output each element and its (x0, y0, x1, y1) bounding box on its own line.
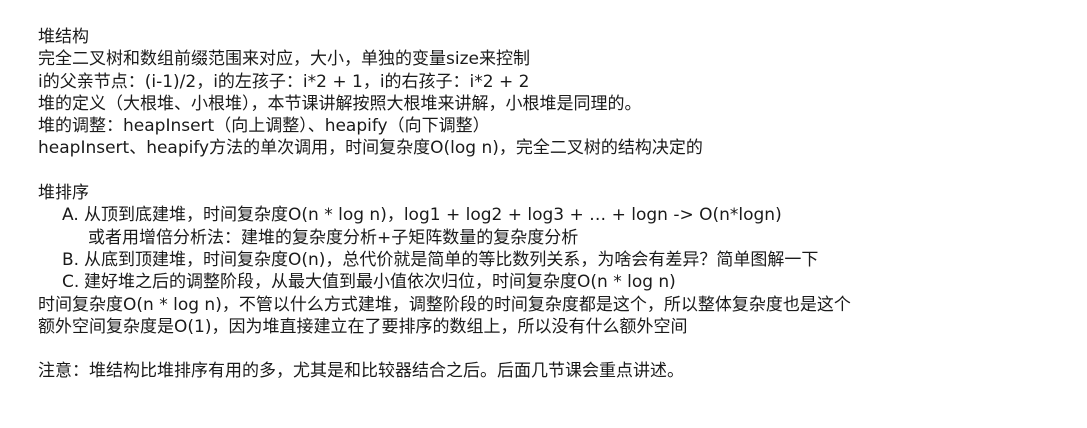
heapsort-item-b: B. 从底到顶建堆，时间复杂度O(n)，总代价就是简单的等比数列关系，为啥会有差异… (38, 249, 1068, 271)
heapsort-item-b-text: 从底到顶建堆，时间复杂度O(n)，总代价就是简单的等比数列关系，为啥会有差异？简… (84, 249, 819, 270)
list-marker-c: C. (62, 272, 80, 293)
note-line: 注意：堆结构比堆排序有用的多，尤其是和比较器结合之后。后面几节课会重点讲述。 (38, 361, 684, 382)
list-marker-b: B. (62, 249, 80, 270)
heapsort-heading: 堆排序 (38, 183, 89, 204)
heapsort-item-a-text: 从顶到底建堆，时间复杂度O(n * log n)，log1 + log2 + l… (84, 205, 782, 226)
summary-line-1: 时间复杂度O(n * log n)，不管以什么方式建堆，调整阶段的时间复杂度都是… (38, 294, 851, 315)
summary-line-2: 额外空间复杂度是O(1)，因为堆直接建立在了要排序的数组上，所以没有什么额外空间 (38, 316, 688, 337)
heap-line-3: 堆的定义（大根堆、小根堆），本节课讲解按照大根堆来讲解，小根堆是同理的。 (38, 93, 642, 114)
document-body: 堆结构 完全二叉树和数组前缀范围来对应，大小，单独的变量size来控制 i的父亲… (38, 26, 1068, 383)
list-marker-a: A. (62, 205, 79, 226)
heap-line-2: i的父亲节点：(i-1)/2，i的左孩子：i*2 + 1，i的右孩子：i*2 +… (38, 71, 530, 92)
heap-structure-heading: 堆结构 (38, 27, 89, 47)
heapsort-item-a: A. 从顶到底建堆，时间复杂度O(n * log n)，log1 + log2 +… (38, 204, 1068, 226)
heap-line-4: 堆的调整：heapInsert（向上调整）、heapify（向下调整） (38, 116, 490, 137)
heap-line-5: heapInsert、heapify方法的单次调用，时间复杂度O(log n)，… (38, 138, 703, 159)
heapsort-item-c: C. 建好堆之后的调整阶段，从最大值到最小值依次归位，时间复杂度O(n * log… (38, 271, 1068, 293)
heap-line-1: 完全二叉树和数组前缀范围来对应，大小，单独的变量size来控制 (38, 49, 530, 70)
heapsort-item-a-continuation: 或者用增倍分析法：建堆的复杂度分析+子矩阵数量的复杂度分析 (88, 227, 579, 248)
heapsort-item-c-text: 建好堆之后的调整阶段，从最大值到最小值依次归位，时间复杂度O(n * log n… (84, 272, 676, 293)
